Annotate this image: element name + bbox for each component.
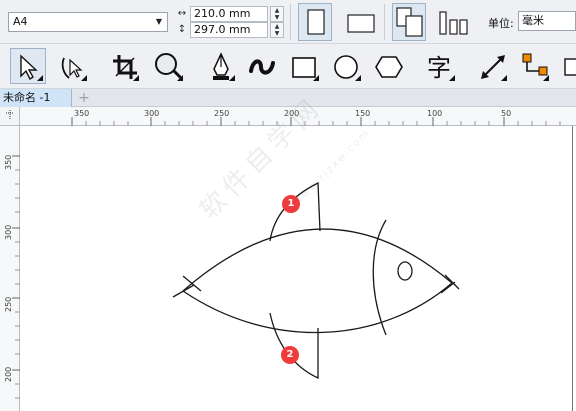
- ellipse-tool[interactable]: [328, 48, 364, 84]
- svg-text:字: 字: [427, 54, 451, 82]
- document-tab[interactable]: 未命名 -1: [0, 89, 72, 107]
- artistic-media-tool[interactable]: [244, 48, 280, 84]
- separator: [290, 4, 291, 40]
- pick-tool[interactable]: [10, 48, 46, 84]
- hexagon-icon: [375, 56, 403, 78]
- flyout-indicator: [81, 75, 87, 81]
- width-icon: ↔: [177, 8, 187, 19]
- ruler-tick-label: 250: [4, 296, 13, 312]
- ruler-origin[interactable]: [0, 107, 20, 126]
- height-icon: ↕: [177, 24, 187, 35]
- shape-tool[interactable]: [54, 48, 90, 84]
- brush-stroke-icon: [249, 59, 275, 75]
- ruler-tick-label: 300: [4, 224, 13, 240]
- ruler-tick-label: 200: [4, 366, 13, 382]
- step-badge-label: 1: [287, 198, 295, 209]
- chevron-down-icon[interactable]: ▼: [153, 15, 165, 29]
- page-height-value: 297.0 mm: [194, 23, 251, 36]
- flyout-indicator: [355, 75, 361, 81]
- plus-icon: +: [78, 90, 90, 106]
- all-pages-button[interactable]: [392, 3, 426, 41]
- ruler-tick-label: 150: [355, 109, 371, 118]
- crop-tool[interactable]: [106, 48, 142, 84]
- ruler-tick-label: 300: [144, 109, 160, 118]
- page-width-value: 210.0 mm: [194, 7, 251, 20]
- step-badge-2: 2: [281, 346, 299, 364]
- portrait-button[interactable]: [298, 3, 332, 41]
- height-field-row: ↕ 297.0 mm ▲ ▼: [176, 22, 284, 38]
- flyout-indicator: [133, 75, 139, 81]
- page-border: [572, 126, 573, 411]
- vertical-ruler[interactable]: 350 300 250 200: [0, 126, 20, 411]
- ruler-tick-label: 350: [4, 154, 13, 170]
- step-badge-label: 2: [286, 349, 294, 360]
- toolbox: 字: [0, 44, 576, 89]
- flyout-indicator: [449, 75, 455, 81]
- landscape-icon: [347, 14, 375, 33]
- width-spinner[interactable]: ▲ ▼: [270, 6, 284, 22]
- more-tools[interactable]: [560, 48, 576, 84]
- property-bar: A4 ▼ ↔ 210.0 mm ▲ ▼ ↕ 297.0 mm ▲ ▼ 单位: 毫…: [0, 0, 576, 44]
- separator: [384, 4, 385, 40]
- dimension-tool[interactable]: [474, 48, 510, 84]
- polygon-tool[interactable]: [370, 48, 406, 84]
- flyout-indicator: [543, 75, 549, 81]
- unit-value: 毫米: [522, 14, 544, 27]
- page-size-value: A4: [13, 15, 28, 28]
- ruler-tick-label: 350: [74, 109, 90, 118]
- flyout-indicator: [501, 75, 507, 81]
- page-width-input[interactable]: 210.0 mm: [190, 6, 268, 22]
- flyout-indicator: [37, 75, 43, 81]
- height-spinner[interactable]: ▲ ▼: [270, 22, 284, 38]
- document-tab-title: 未命名 -1: [3, 91, 51, 104]
- connector-tool[interactable]: [516, 48, 552, 84]
- more-icon: [564, 58, 576, 76]
- page-size-select[interactable]: A4 ▼: [8, 12, 168, 32]
- pen-tool[interactable]: [202, 48, 238, 84]
- landscape-button[interactable]: [342, 3, 376, 41]
- page-height-input[interactable]: 297.0 mm: [190, 22, 268, 38]
- current-page-icon: [439, 11, 468, 35]
- text-tool[interactable]: 字: [422, 48, 458, 84]
- ruler-tick-label: 250: [214, 109, 230, 118]
- current-page-button[interactable]: [436, 3, 470, 41]
- step-badge-1: 1: [282, 195, 300, 213]
- flyout-indicator: [313, 75, 319, 81]
- drawing-canvas[interactable]: [21, 127, 576, 411]
- zoom-tool[interactable]: [150, 48, 186, 84]
- ruler-tick-label: 50: [501, 109, 512, 118]
- rectangle-tool[interactable]: [286, 48, 322, 84]
- unit-select[interactable]: 毫米: [518, 11, 576, 31]
- add-document-button[interactable]: +: [76, 90, 92, 106]
- width-field-row: ↔ 210.0 mm ▲ ▼: [176, 6, 284, 22]
- unit-label: 单位:: [488, 17, 514, 30]
- flyout-indicator: [177, 75, 183, 81]
- portrait-icon: [307, 9, 325, 35]
- flyout-indicator: [229, 75, 235, 81]
- all-pages-icon: [396, 7, 423, 37]
- ruler-tick-label: 100: [427, 109, 443, 118]
- crosshair-icon: [6, 110, 14, 120]
